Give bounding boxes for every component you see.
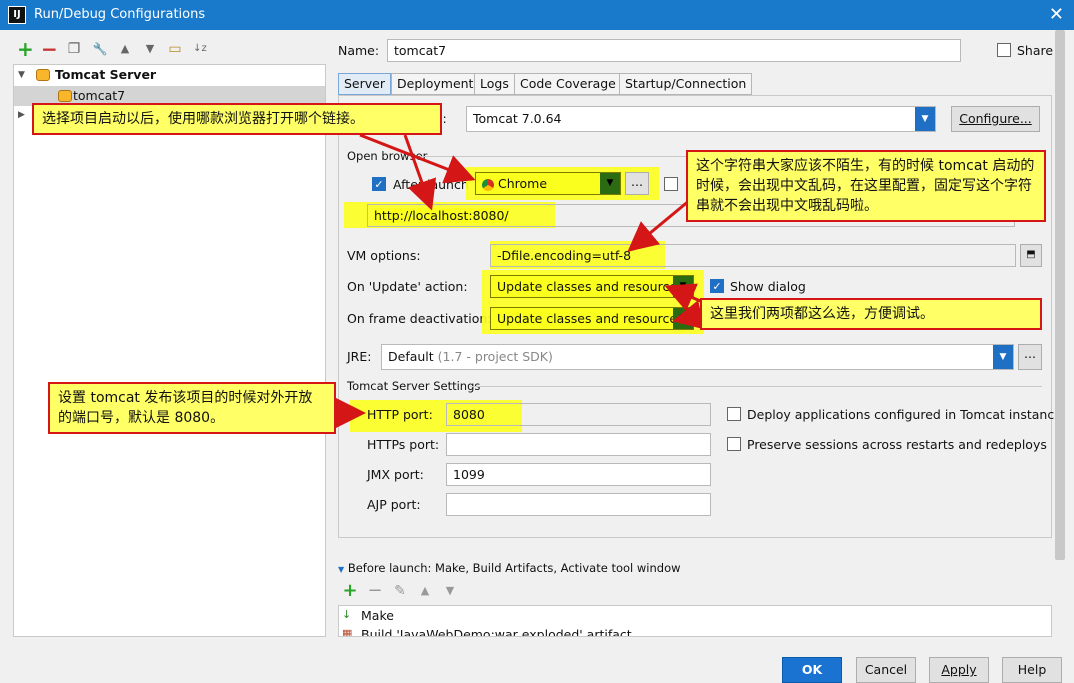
annotation-encoding: 这个字符串大家应该不陌生，有的时候 tomcat 启动的时候，会出现中文乱码，在…	[686, 150, 1046, 222]
annotation-port: 设置 tomcat 发布该项目的时候对外开放的端口号，默认是 8080。	[48, 382, 336, 434]
arrow-to-vm-options	[627, 198, 691, 252]
annotation-browser: 选择项目启动以后，使用哪款浏览器打开哪个链接。	[32, 103, 442, 135]
arrow-to-browser	[359, 133, 476, 184]
arrow-to-url	[403, 134, 437, 211]
annotation-update: 这里我们两项都这么选，方便调试。	[700, 298, 1042, 330]
